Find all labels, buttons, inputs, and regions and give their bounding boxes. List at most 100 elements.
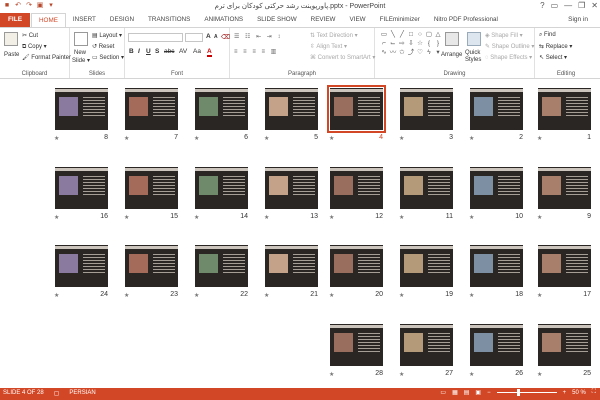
animation-star-icon[interactable]: ★ [469,292,474,299]
animation-star-icon[interactable]: ★ [124,135,129,142]
convert-smartart-button[interactable]: ⌘ Convert to SmartArt ▾ [310,54,375,61]
triangle-shape-icon[interactable]: △ [434,31,442,39]
section-button[interactable]: ▭ Section ▾ [92,54,124,61]
slide-thumbnail[interactable] [400,88,453,130]
animation-star-icon[interactable]: ★ [399,214,404,221]
zoom-level[interactable]: 50 % [572,390,586,396]
animation-star-icon[interactable]: ★ [264,292,269,299]
tab-home[interactable]: HOME [31,13,66,27]
animation-star-icon[interactable]: ★ [469,214,474,221]
brace2-shape-icon[interactable]: } [434,40,442,48]
slide-thumbnail[interactable] [400,167,453,209]
freeform-shape-icon[interactable]: 〰 [389,49,397,57]
new-slide-label-2[interactable]: Slide ▾ [72,57,90,64]
minimize-button[interactable]: — [564,1,572,10]
slide-thumbnail[interactable] [265,245,318,287]
shape-outline-button[interactable]: ✎ Shape Outline ▾ [485,43,534,50]
slide-thumbnail[interactable] [195,88,248,130]
slide-thumbnail[interactable] [55,88,108,130]
animation-star-icon[interactable]: ★ [54,292,59,299]
tab-insert[interactable]: INSERT [66,13,103,27]
reading-view-icon[interactable]: ▤ [464,389,470,396]
connector-shape-icon[interactable]: ⌙ [389,40,397,48]
tab-review[interactable]: REVIEW [304,13,343,27]
slide-thumbnail[interactable] [538,88,591,130]
shape-effects-button[interactable]: ◌ Shape Effects ▾ [485,54,532,61]
bold-button[interactable]: B [129,48,134,55]
line2-shape-icon[interactable]: ╱ [398,31,406,39]
shadow-button[interactable]: S [155,48,159,55]
tab-slide-show[interactable]: SLIDE SHOW [250,13,304,27]
list-buttons[interactable]: ☰ ☷ ⇤ ⇥ ↕ [234,33,282,40]
animation-star-icon[interactable]: ★ [194,135,199,142]
text-direction-button[interactable]: ⇅ Text Direction ▾ [310,32,358,39]
tab-design[interactable]: DESIGN [103,13,141,27]
layout-button[interactable]: ▤ Layout ▾ [92,32,122,39]
spellcheck-icon[interactable]: ▢ [54,390,60,397]
reset-button[interactable]: ↺ Reset [92,43,114,50]
line-shape-icon[interactable]: ╲ [389,31,397,39]
arrange-icon[interactable] [445,32,459,46]
font-color-button[interactable]: A [207,48,212,57]
slide-thumbnail[interactable] [55,245,108,287]
animation-star-icon[interactable]: ★ [329,214,334,221]
slide-sorter-view-icon[interactable]: ▦ [452,389,458,396]
slide-thumbnail[interactable] [55,167,108,209]
animation-star-icon[interactable]: ★ [537,292,542,299]
fit-to-window-icon[interactable]: ⛶ [592,389,596,396]
animation-star-icon[interactable]: ★ [537,214,542,221]
slide-thumbnail[interactable] [330,167,383,209]
slide-thumbnail[interactable] [330,324,383,366]
arrange-button[interactable]: Arrange [441,52,462,58]
language[interactable]: PERSIAN [69,390,95,397]
align-text-button[interactable]: ⇳ Align Text ▾ [310,43,347,50]
align-buttons[interactable]: ≡ ≡ ≡ ≡ ▥ [234,48,278,55]
slide-thumbnail[interactable] [470,324,523,366]
animation-star-icon[interactable]: ★ [54,135,59,142]
tab-view[interactable]: VIEW [343,13,373,27]
curve-shape-icon[interactable]: ∿ [380,49,388,57]
slide-thumbnail[interactable] [265,167,318,209]
format-painter-button[interactable]: 🖌 Format Painter [22,54,71,61]
animation-star-icon[interactable]: ★ [537,135,542,142]
slide-thumbnail[interactable] [125,88,178,130]
animation-star-icon[interactable]: ★ [329,292,334,299]
slide-thumbnail[interactable] [125,245,178,287]
brace-shape-icon[interactable]: { [425,40,433,48]
arrow-down-shape-icon[interactable]: ⇩ [407,40,415,48]
animation-star-icon[interactable]: ★ [469,135,474,142]
shrink-font-button[interactable]: A [214,34,218,40]
slideshow-view-icon[interactable]: ▣ [475,389,481,396]
slide-thumbnail[interactable] [470,167,523,209]
restore-button[interactable]: ❐ [578,1,585,10]
animation-star-icon[interactable]: ★ [537,371,542,378]
italic-button[interactable]: I [138,48,140,55]
slide-thumbnail[interactable] [538,167,591,209]
select-button[interactable]: ↖ Select ▾ [539,54,567,61]
font-name-input[interactable] [128,33,183,42]
star-shape-icon[interactable]: ☆ [416,40,424,48]
paste-icon[interactable] [4,32,18,46]
grow-font-button[interactable]: A [206,33,211,40]
quick-styles-label-2[interactable]: Styles [465,57,481,63]
sign-in-link[interactable]: Sign in [568,16,588,23]
quick-styles-icon[interactable] [467,32,481,46]
heart-shape-icon[interactable]: ♡ [416,49,424,57]
find-button[interactable]: ⌕ Find [539,32,556,39]
new-slide-button[interactable]: New [74,50,86,56]
char-spacing-button[interactable]: AV [179,48,187,55]
zoom-in-button[interactable]: + [563,390,567,396]
animation-star-icon[interactable]: ★ [194,292,199,299]
change-case-button[interactable]: Aa [193,48,201,55]
font-size-input[interactable] [185,33,203,42]
animation-star-icon[interactable]: ★ [194,214,199,221]
slide-thumbnail[interactable] [327,85,386,133]
clear-format-button[interactable]: ⌫ [221,33,230,41]
animation-star-icon[interactable]: ★ [399,135,404,142]
lightning-shape-icon[interactable]: ϟ [425,49,433,57]
animation-star-icon[interactable]: ★ [469,371,474,378]
slide-thumbnail[interactable] [195,245,248,287]
slide-thumbnail[interactable] [538,245,591,287]
tab-nitro-pdf-professional[interactable]: Nitro PDF Professional [427,13,505,27]
normal-view-icon[interactable]: ▭ [440,389,446,396]
